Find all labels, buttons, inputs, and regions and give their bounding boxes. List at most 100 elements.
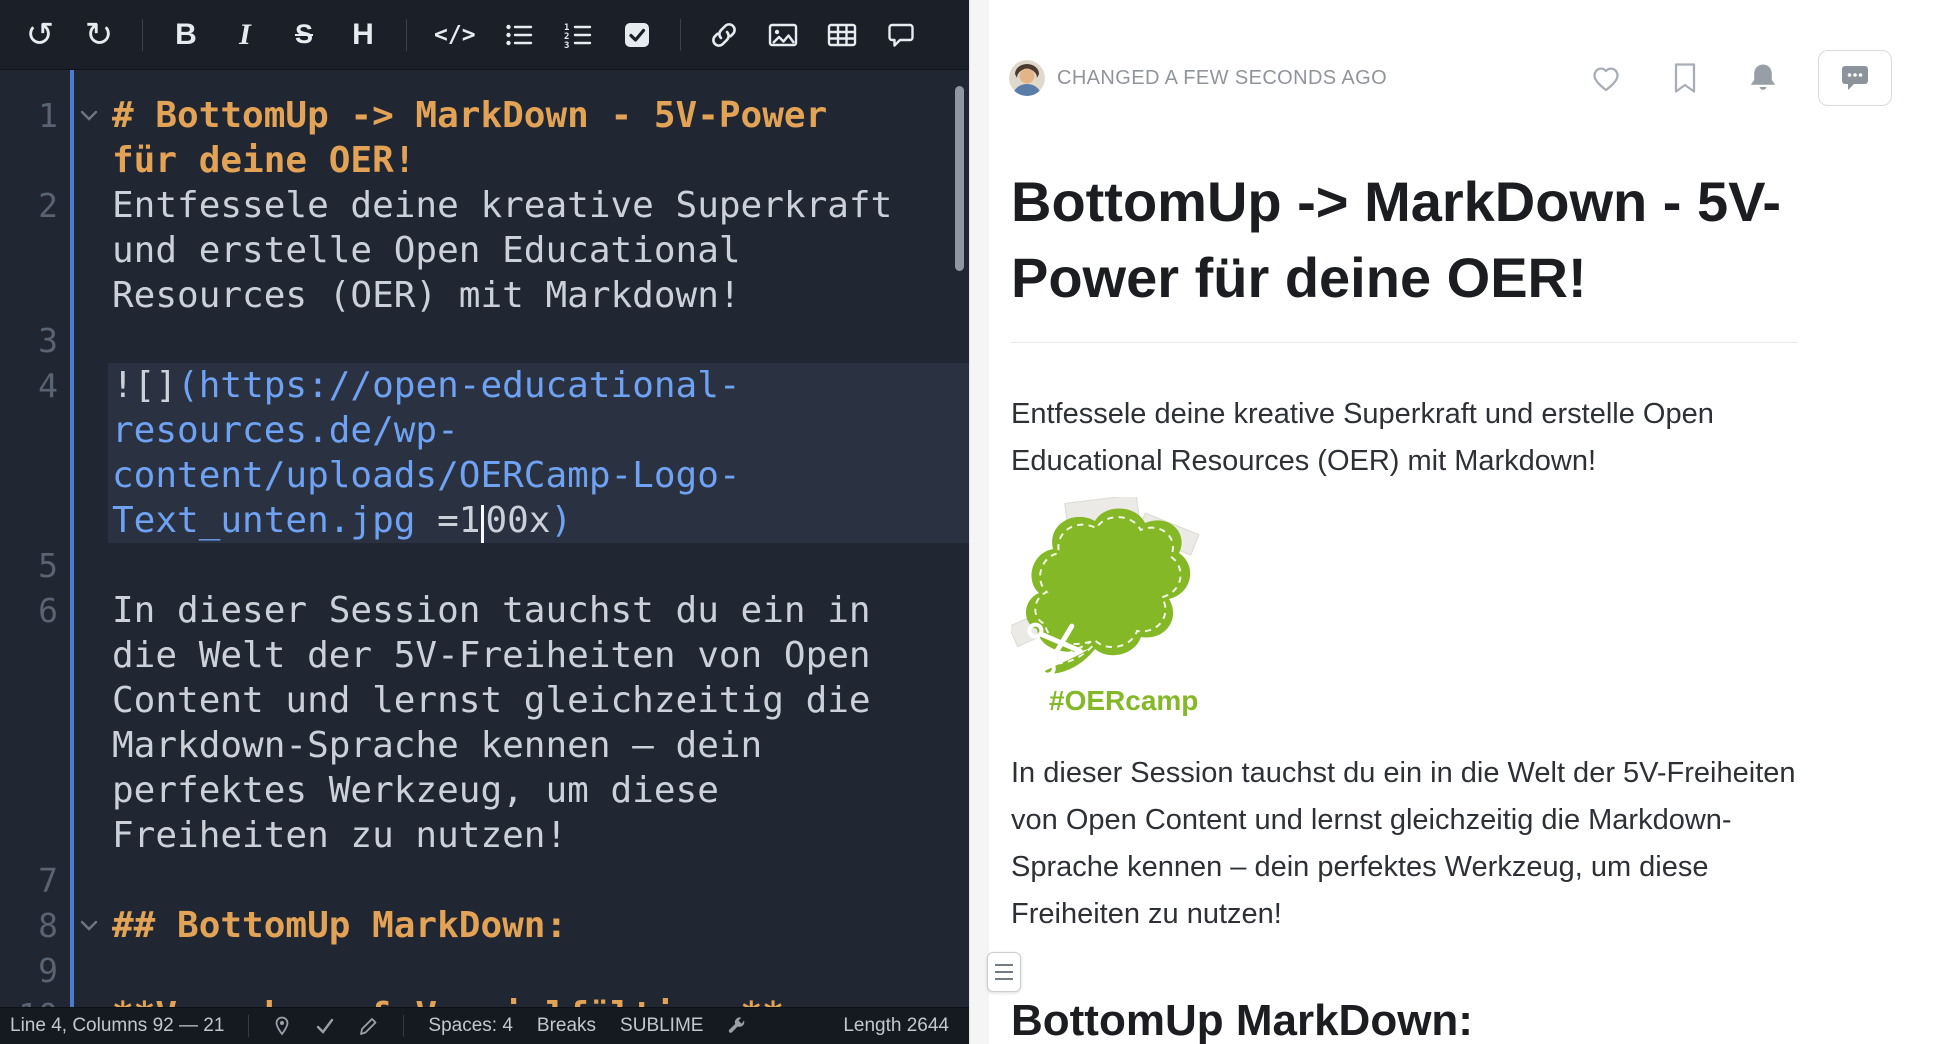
speech-bubble-icon [1840,64,1870,92]
breaks-setting[interactable]: Breaks [537,1015,596,1037]
intro-paragraph: Entfessele deine kreative Superkraft und… [1011,391,1798,485]
link-button[interactable] [708,13,740,57]
editor-line[interactable]: 1 # BottomUp -> MarkDown - 5V-Power für … [0,93,969,183]
editor-line[interactable]: 2 Entfessele deine kreative Superkraft u… [0,183,969,318]
code-text: In dieser Session tauchst du ein in die … [108,588,969,858]
split-divider[interactable] [969,0,989,1044]
cursor-position: Line 4, Columns 92 — 21 [10,1015,224,1037]
last-changed-text: CHANGED A FEW SECONDS AGO [1057,67,1387,90]
preview-header: CHANGED A FEW SECONDS AGO [989,0,1938,106]
keymap-setting[interactable]: SUBLIME [620,1015,703,1037]
code-text: ## BottomUp MarkDown: [108,903,969,948]
pin-icon[interactable] [273,1016,291,1036]
fold-chevron-icon[interactable] [70,93,108,183]
line-number: 10 [0,993,70,1007]
code-text [108,858,969,903]
checklist-icon [622,20,652,50]
heading-icon: H [352,18,374,52]
redo-button[interactable]: ↻ [83,13,115,57]
editor-line[interactable]: 10 **Verwahren & Vervielfältigen** [0,993,969,1007]
strikethrough-button[interactable]: S [288,13,320,57]
undo-button[interactable]: ↺ [24,13,56,57]
editor-line[interactable]: 8 ## BottomUp MarkDown: [0,903,969,948]
line-number: 1 [0,93,70,183]
markdown-source-editor[interactable]: 1 # BottomUp -> MarkDown - 5V-Power für … [0,70,969,1007]
spaces-setting[interactable]: Spaces: 4 [428,1015,513,1037]
preview-pane: CHANGED A FEW SECONDS AGO BottomUp -> Ma… [989,0,1938,1044]
italic-icon: I [239,18,251,52]
comment-icon [885,19,917,51]
bold-button[interactable]: B [170,13,202,57]
logo-caption: #OERcamp [1049,685,1198,716]
strikethrough-icon: S [295,19,313,50]
toolbar-separator [680,19,681,51]
code-text [108,318,969,363]
check-icon[interactable] [315,1017,335,1035]
editor-line[interactable]: 9 [0,948,969,993]
gutter-rule [70,70,74,1007]
line-number: 4 [0,363,70,543]
editor-line[interactable]: 3 [0,318,969,363]
notifications-bell-button[interactable] [1748,62,1778,94]
editor-scrollbar[interactable] [955,86,964,271]
redo-icon: ↻ [85,18,114,52]
fold-chevron-icon[interactable] [70,903,108,948]
code-text: ![](https://open-educational-resources.d… [108,363,969,543]
like-button[interactable] [1590,63,1622,93]
editor-line[interactable]: 6 In dieser Session tauchst du ein in di… [0,588,969,858]
line-number: 7 [0,858,70,903]
heading-button[interactable]: H [347,13,379,57]
editor-statusbar: Line 4, Columns 92 — 21 Spaces: 4 Breaks… [0,1007,969,1044]
svg-text:3: 3 [564,41,569,50]
checklist-button[interactable] [621,13,653,57]
image-icon [767,19,799,51]
pencil-icon[interactable] [359,1016,379,1036]
rendered-markdown: BottomUp -> MarkDown - 5V-Power für dein… [989,164,1938,1044]
code-text [108,948,969,993]
code-text: **Verwahren & Vervielfältigen** [108,993,969,1007]
image-button[interactable] [767,13,799,57]
wrench-icon[interactable] [727,1016,747,1036]
doc-length: Length 2644 [843,1015,949,1037]
editor-line-active[interactable]: 4 ![](https://open-educational-resources… [0,363,969,543]
line-number: 6 [0,588,70,858]
session-paragraph: In dieser Session tauchst du ein in die … [1011,750,1798,938]
oercamp-logo-image: #OERcamp [1011,497,1798,722]
line-number: 9 [0,948,70,993]
editor-line[interactable]: 7 [0,858,969,903]
editor-line[interactable]: 5 [0,543,969,588]
markdown-app: ↺ ↻ B I S H </> [0,0,1938,1044]
bold-icon: B [175,18,197,52]
line-number: 8 [0,903,70,948]
split-grip-handle[interactable] [987,952,1021,992]
code-icon: </> [434,22,476,48]
table-button[interactable] [826,13,858,57]
italic-button[interactable]: I [229,13,261,57]
code-block-button[interactable]: </> [434,13,476,57]
comments-panel-button[interactable] [1818,50,1892,106]
ordered-list-icon: 123 [563,20,593,50]
line-number: 3 [0,318,70,363]
toolbar-separator [142,19,143,51]
toolbar-separator [406,19,407,51]
code-text [108,543,969,588]
doc-title-heading: BottomUp -> MarkDown - 5V-Power für dein… [1011,164,1798,343]
undo-icon: ↺ [26,18,55,52]
bookmark-button[interactable] [1672,62,1698,94]
flame-shape [1026,509,1190,674]
code-text: Entfessele deine kreative Superkraft und… [108,183,969,318]
code-text: # BottomUp -> MarkDown - 5V-Power für de… [108,93,969,183]
line-number: 5 [0,543,70,588]
section-heading: BottomUp MarkDown: [1011,996,1798,1044]
comment-button[interactable] [885,13,917,57]
avatar[interactable] [1009,60,1045,96]
editor-pane: ↺ ↻ B I S H </> [0,0,969,1044]
bullet-list-button[interactable] [503,13,535,57]
ordered-list-button[interactable]: 123 [562,13,594,57]
bullet-list-icon [504,20,534,50]
link-icon [708,19,740,51]
image-syntax: ![] [112,365,177,406]
table-icon [826,19,858,51]
editor-toolbar: ↺ ↻ B I S H </> [0,0,969,70]
line-number: 2 [0,183,70,318]
